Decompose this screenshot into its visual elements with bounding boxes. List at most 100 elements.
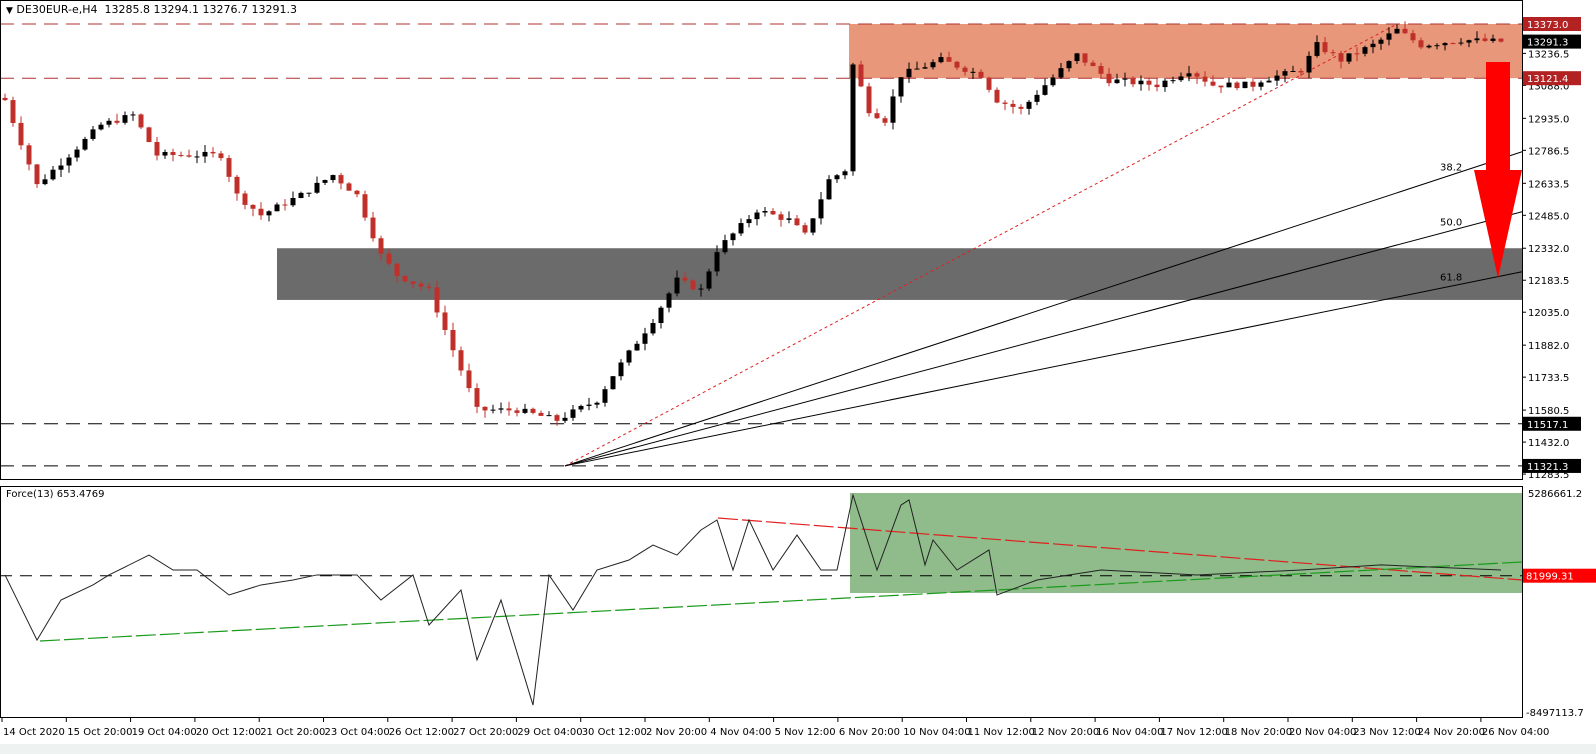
bear-candle — [234, 176, 240, 194]
bear-candle — [418, 283, 424, 287]
bear-candle — [218, 153, 224, 159]
bear-candle — [530, 408, 536, 413]
bull-candle — [1170, 80, 1176, 82]
bull-candle — [1442, 43, 1448, 46]
bear-candle — [186, 155, 192, 157]
bull-candle — [202, 151, 208, 157]
bull-candle — [1058, 68, 1064, 78]
bull-candle — [1282, 71, 1288, 76]
force-min-label: -8497113.7 — [1526, 708, 1584, 719]
bull-candle — [746, 219, 752, 224]
bull-candle — [1074, 53, 1080, 62]
time-tick-label: 14 Oct 2020 — [3, 727, 65, 738]
bear-candle — [1090, 62, 1096, 67]
bull-candle — [786, 218, 792, 220]
bull-candle — [322, 180, 328, 183]
time-tick-label: 27 Oct 20:00 — [453, 727, 518, 738]
bear-candle — [210, 151, 216, 154]
bull-candle — [1466, 40, 1472, 43]
high-price: 13294.1 — [153, 3, 200, 16]
bear-candle — [1402, 28, 1408, 34]
force-max-label: 5286661.2 — [1528, 489, 1582, 500]
bear-candle — [338, 175, 344, 184]
bear-candle — [1498, 38, 1504, 42]
bull-candle — [1290, 71, 1296, 73]
bull-candle — [330, 175, 336, 181]
bear-candle — [1194, 73, 1200, 77]
bull-candle — [266, 211, 272, 216]
bear-candle — [138, 114, 144, 128]
bear-candle — [554, 415, 560, 421]
bull-candle — [562, 417, 568, 421]
bear-candle — [26, 145, 32, 165]
time-tick-label: 20 Nov 04:00 — [1289, 727, 1356, 738]
time-tick-label: 23 Oct 04:00 — [325, 727, 390, 738]
price-tick-label: 12332.0 — [1528, 244, 1569, 255]
bull-candle — [706, 271, 712, 289]
force-support-trendline — [39, 561, 1523, 642]
bear-candle — [362, 194, 368, 218]
bull-candle — [930, 62, 936, 68]
bear-candle — [882, 118, 888, 123]
bear-candle — [10, 100, 16, 123]
bull-candle — [1378, 39, 1384, 44]
bear-candle — [146, 127, 152, 143]
price-tick-label: 12183.5 — [1528, 276, 1569, 287]
bear-candle — [426, 286, 432, 288]
collapse-triangle-icon[interactable]: ▼ — [6, 6, 13, 16]
bull-candle — [130, 114, 136, 116]
bull-candle — [650, 323, 656, 334]
time-tick-label: 4 Nov 04:00 — [710, 727, 771, 738]
bear-candle — [1418, 40, 1424, 48]
status-strip — [0, 744, 1596, 754]
bull-candle — [314, 182, 320, 193]
bull-candle — [1050, 77, 1056, 86]
bear-candle — [778, 214, 784, 220]
chart-canvas[interactable]: 38.250.061.813236.513088.012935.012786.5… — [0, 0, 1596, 754]
bull-candle — [290, 197, 296, 206]
bull-candle — [714, 252, 720, 272]
bull-candle — [42, 179, 48, 185]
bull-candle — [1434, 45, 1440, 47]
support-zone — [277, 248, 1522, 300]
bull-candle — [722, 240, 728, 253]
bull-candle — [906, 68, 912, 78]
bull-candle — [938, 57, 944, 63]
bear-candle — [226, 158, 232, 177]
bear-candle — [434, 287, 440, 313]
bear-candle — [1322, 42, 1328, 53]
bear-candle — [402, 275, 408, 282]
time-tick-label: 21 Oct 20:00 — [260, 727, 325, 738]
bear-candle — [962, 67, 968, 72]
down-arrow-icon — [1474, 62, 1522, 278]
symbol-label: DE30EUR-e,H4 — [16, 3, 98, 16]
bull-candle — [1306, 55, 1312, 73]
fib-fan-label-38.2: 38.2 — [1440, 163, 1462, 174]
bull-candle — [1178, 76, 1184, 81]
bear-candle — [178, 154, 184, 156]
time-tick-label: 26 Oct 12:00 — [389, 727, 454, 738]
bear-candle — [874, 113, 880, 119]
time-tick-label: 6 Nov 20:00 — [839, 727, 900, 738]
bear-candle — [1146, 80, 1152, 85]
level-badge-label: 13121.4 — [1527, 74, 1568, 85]
bull-candle — [58, 165, 64, 170]
fib-trend-line — [564, 23, 1398, 467]
bear-candle — [1210, 81, 1216, 86]
bear-candle — [442, 312, 448, 330]
bull-candle — [1034, 94, 1040, 102]
bull-candle — [74, 149, 80, 158]
bear-candle — [690, 280, 696, 290]
bull-candle — [1362, 47, 1368, 54]
bull-candle — [730, 233, 736, 241]
bear-candle — [1482, 38, 1488, 41]
time-tick-label: 5 Nov 12:00 — [775, 727, 836, 738]
bull-candle — [1274, 75, 1280, 81]
bull-candle — [1346, 53, 1352, 62]
bull-candle — [754, 212, 760, 220]
bull-candle — [818, 199, 824, 219]
bull-candle — [1042, 85, 1048, 95]
bull-candle — [586, 404, 592, 406]
bull-candle — [738, 223, 744, 234]
bear-candle — [18, 122, 24, 146]
